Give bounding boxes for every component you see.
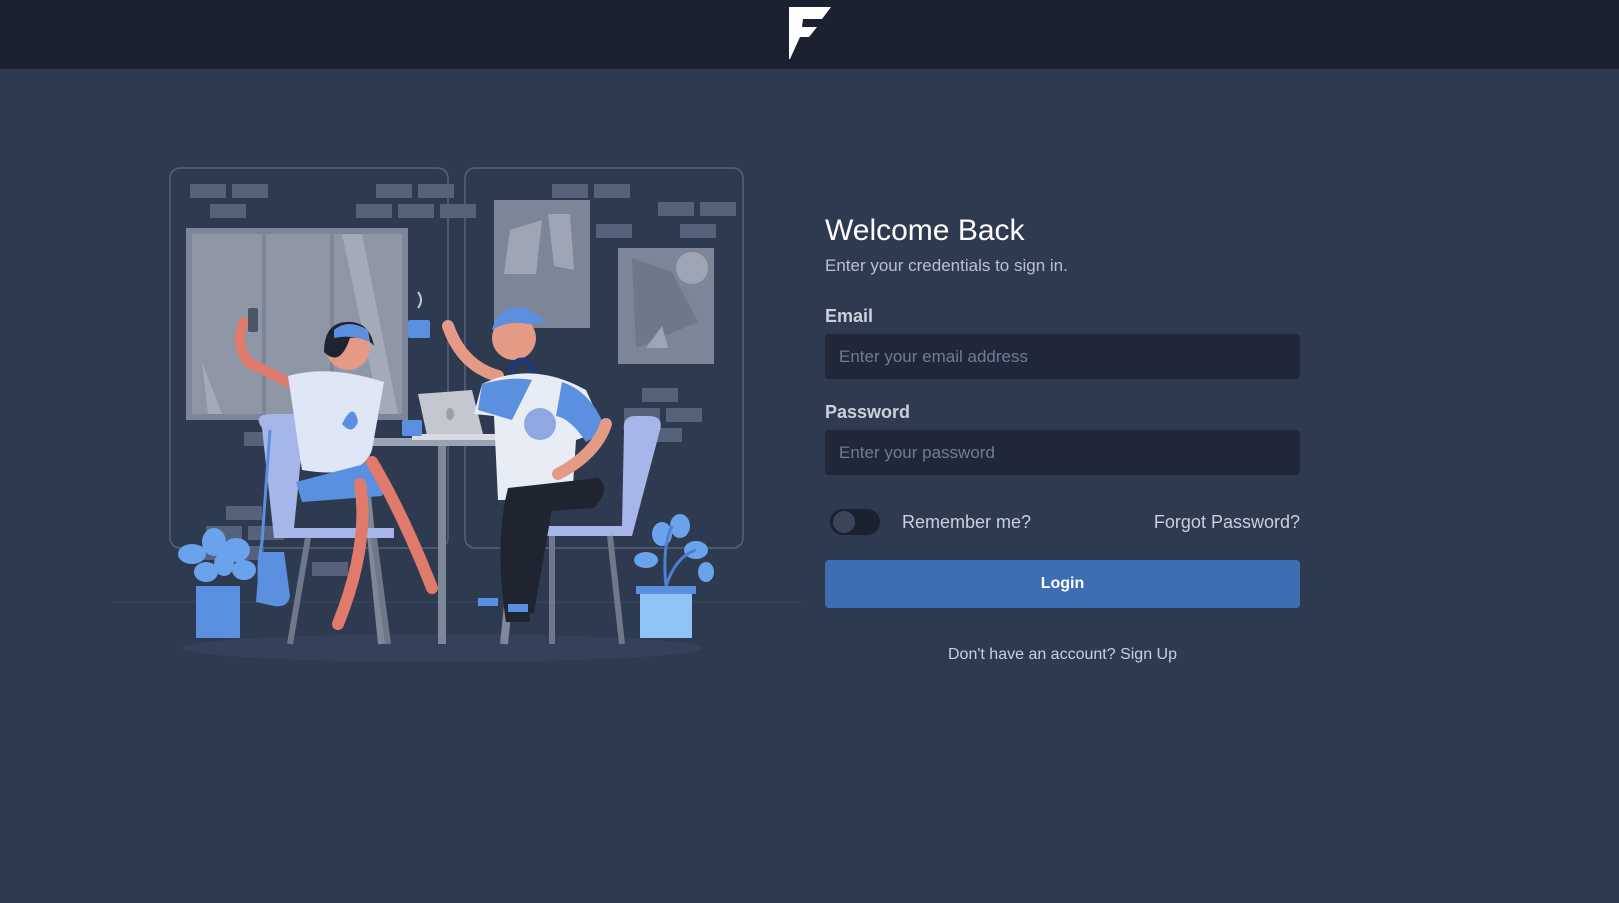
login-button[interactable]: Login bbox=[825, 560, 1300, 608]
remember-me-label[interactable]: Remember me? bbox=[902, 512, 1031, 533]
couple-selfie-illustration bbox=[112, 162, 802, 682]
login-panel: Welcome Back Enter your credentials to s… bbox=[825, 213, 1300, 664]
page-subtitle: Enter your credentials to sign in. bbox=[825, 256, 1068, 275]
remember-me-toggle[interactable] bbox=[830, 509, 880, 535]
forgot-password-link[interactable]: Forgot Password? bbox=[1154, 512, 1300, 533]
password-field[interactable] bbox=[825, 430, 1300, 475]
remember-me[interactable]: Remember me? bbox=[825, 509, 1031, 535]
page-title: Welcome Back bbox=[825, 214, 1025, 247]
toggle-knob bbox=[833, 511, 855, 533]
f-logo-icon[interactable] bbox=[787, 6, 833, 60]
options-row: Remember me? Forgot Password? bbox=[825, 507, 1300, 537]
password-label: Password bbox=[825, 402, 911, 422]
email-label: Email bbox=[825, 306, 874, 326]
signup-link[interactable]: Sign Up bbox=[1120, 646, 1177, 663]
email-field[interactable] bbox=[825, 334, 1300, 379]
signup-row: Don't have an account? Sign Up bbox=[825, 646, 1300, 664]
top-bar bbox=[0, 0, 1619, 69]
signup-prompt: Don't have an account? bbox=[948, 646, 1121, 663]
